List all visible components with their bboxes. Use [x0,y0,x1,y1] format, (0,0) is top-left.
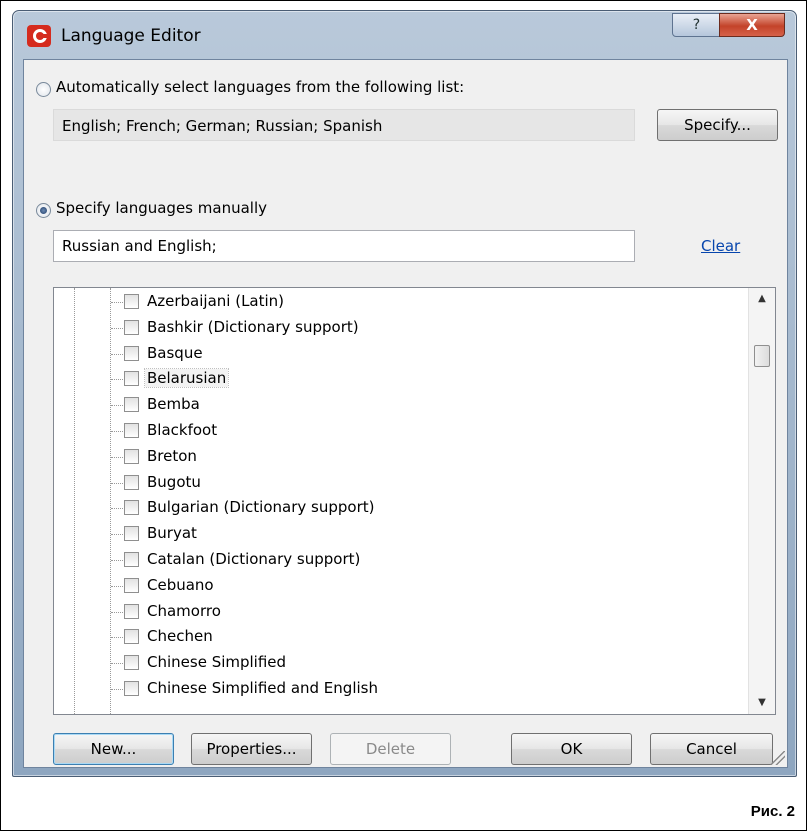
tree-connector [111,611,123,613]
list-item[interactable]: Bulgarian (Dictionary support) [54,496,744,521]
tree-connector [111,302,123,303]
list-item[interactable]: Chamorro [54,600,744,625]
list-item[interactable]: Basque [54,342,744,367]
tree-connector [111,327,123,329]
list-item[interactable]: Chechen [54,625,744,650]
title-bar[interactable]: Language Editor ? X [13,11,796,59]
ok-button[interactable]: OK [511,733,632,765]
language-checkbox[interactable] [124,319,139,335]
list-item[interactable]: Cebuano [54,574,744,599]
language-checkbox[interactable] [124,577,139,593]
language-label: Catalan (Dictionary support) [147,550,361,568]
list-item[interactable]: Bemba [54,393,744,418]
tree-connector [111,482,123,484]
language-checkbox[interactable] [124,500,139,516]
language-label: Basque [147,343,203,362]
language-label: Bulgarian (Dictionary support) [147,498,375,517]
language-checkbox[interactable] [124,423,139,438]
language-label: Bemba [147,395,200,414]
list-item[interactable]: Blackfoot [54,419,744,444]
figure-caption: Рис. 2 [750,803,795,820]
auto-languages-field: English; French; German; Russian; Spanis… [53,109,635,141]
language-checkbox[interactable] [124,371,139,387]
scroll-up-icon[interactable]: ▲ [749,288,775,310]
tree-connector [111,353,123,355]
language-checkbox[interactable] [124,345,139,361]
language-checkbox[interactable] [124,681,139,696]
tree-connector [111,431,123,432]
list-item[interactable]: Bugotu [54,471,744,496]
language-label: Bugotu [147,472,201,491]
manual-languages-input[interactable]: Russian and English; [53,230,635,262]
manual-select-radio[interactable] [36,203,51,218]
auto-select-radio[interactable] [36,82,51,97]
resize-grip-icon[interactable] [771,751,785,765]
language-checkbox[interactable] [124,448,139,464]
language-label: Buryat [147,524,197,543]
language-checkbox[interactable] [124,526,139,542]
language-checkbox[interactable] [124,655,139,671]
tree-connector [111,663,123,665]
app-logo-icon [27,25,51,47]
cancel-button[interactable]: Cancel [650,733,773,765]
language-checkbox[interactable] [124,629,139,645]
tree-connector [111,534,123,536]
dialog-body: Automatically select languages from the … [23,59,788,768]
language-label: Blackfoot [147,421,218,439]
language-label: Cebuano [147,575,214,594]
list-item[interactable]: Chinese Simplified and English [54,677,744,702]
language-tree[interactable]: Azerbaijani (Latin) Bashkir (Dictionary s… [53,287,776,715]
list-item[interactable]: Bashkir (Dictionary support) [54,316,744,341]
scroll-thumb[interactable] [754,345,770,367]
list-item[interactable]: Breton [54,445,744,470]
list-item[interactable]: Belarusian [54,367,744,392]
specify-button[interactable]: Specify... [657,109,778,141]
auto-select-label[interactable]: Automatically select languages from the … [56,78,464,96]
new-button[interactable]: New... [53,733,174,765]
list-item[interactable]: Buryat [54,522,744,547]
language-label: Chinese Simplified [147,653,287,672]
language-label: Bashkir (Dictionary support) [147,317,359,336]
language-label: Chinese Simplified and English [147,679,378,697]
language-label: Azerbaijani (Latin) [147,292,285,310]
language-label: Chechen [147,627,213,646]
tree-connector [111,379,123,381]
list-item[interactable]: Catalan (Dictionary support) [54,548,744,573]
language-checkbox[interactable] [124,603,139,619]
language-label: Chamorro [147,601,221,620]
help-button[interactable]: ? [672,13,721,37]
language-label: Breton [147,446,197,465]
scroll-down-icon[interactable]: ▼ [749,692,775,714]
language-editor-window: Language Editor ? X Automatically select… [12,10,797,777]
list-item[interactable]: Chinese Simplified [54,651,744,676]
language-checkbox[interactable] [124,294,139,309]
delete-button[interactable]: Delete [330,733,451,765]
properties-button[interactable]: Properties... [191,733,312,765]
language-label: Belarusian [143,368,230,389]
window-title: Language Editor [61,26,201,46]
language-checkbox[interactable] [124,397,139,413]
language-checkbox[interactable] [124,552,139,567]
tree-connector [111,508,123,510]
tree-connector [111,689,123,690]
vertical-scrollbar[interactable]: ▲ ▼ [748,288,775,714]
tree-connector [111,637,123,639]
clear-link[interactable]: Clear [701,237,740,255]
language-checkbox[interactable] [124,474,139,490]
list-item[interactable]: Azerbaijani (Latin) [54,290,744,315]
tree-connector [111,560,123,561]
tree-connector [111,585,123,587]
tree-connector [111,456,123,458]
close-button[interactable]: X [719,13,785,37]
tree-connector [111,405,123,407]
manual-select-label[interactable]: Specify languages manually [56,199,267,217]
